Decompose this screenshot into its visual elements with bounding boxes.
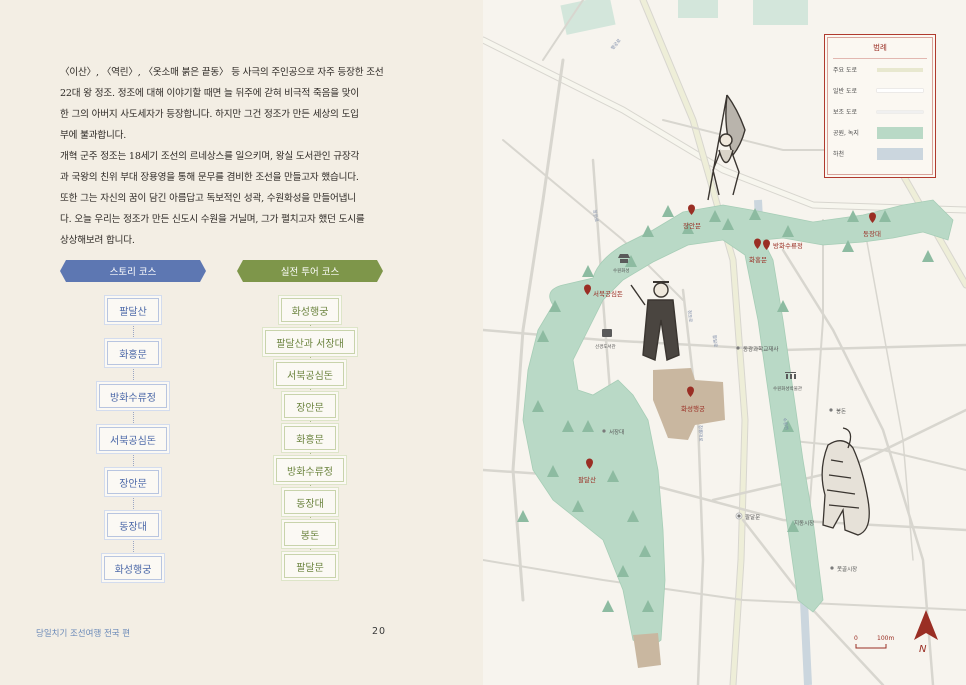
intro-paragraph-1: 〈이산〉, 〈역린〉, 〈옷소매 붉은 끝동〉 등 사극의 주인공으로 자주 등… bbox=[60, 67, 384, 141]
road-label-5: 행궁로 bbox=[609, 37, 622, 51]
palace-area bbox=[653, 368, 725, 440]
legend-swatch-general-road bbox=[877, 89, 923, 92]
road-label-3: 팔달로 bbox=[711, 335, 719, 348]
label-seobuk: 서북공심돈 bbox=[593, 289, 623, 298]
intro-paragraph-2: 개혁 군주 정조는 18세기 조선의 르네상스를 일으키며, 왕실 도서관인 규… bbox=[60, 151, 365, 246]
map-legend: 범례 주요 도로 일반 도로 보조 도로 공원, 녹지 하천 bbox=[824, 34, 936, 178]
label-paldalsan: 팔달산 bbox=[578, 475, 596, 484]
story-stop: 동장대 bbox=[107, 513, 159, 537]
story-connector bbox=[132, 408, 134, 427]
tour-stop: 동장대 bbox=[284, 490, 336, 514]
compass-letter: N bbox=[919, 644, 927, 655]
label-hwahongmun: 화홍문 bbox=[749, 255, 767, 264]
page-number: 20 bbox=[372, 626, 387, 637]
tour-stop: 방화수류정 bbox=[276, 458, 344, 482]
tour-course-header: 실전 투어 코스 bbox=[237, 260, 383, 282]
label-library: 선경도서관 bbox=[595, 343, 616, 350]
label-bongdon: 봉돈 bbox=[836, 408, 846, 415]
scale-distance: 100m bbox=[877, 635, 894, 642]
legend-label: 보조 도로 bbox=[833, 109, 857, 116]
label-seojangdae: 서장대 bbox=[609, 428, 624, 436]
legend-label: 하천 bbox=[833, 151, 845, 158]
label-jidong: 지동시장 bbox=[794, 519, 814, 527]
map-page: N 0 100m 장안문 방화수류정 화홍문 동장대 서북공심돈 화성행궁 팔달… bbox=[483, 0, 966, 685]
story-course-list: 팔달산 화홍문 방화수류정 서북공심돈 장안문 동장대 화성행궁 bbox=[60, 298, 206, 580]
footer-book-title: 당일치기 조선여행 전국 편 bbox=[36, 629, 131, 639]
label-museum: 수원화성박물관 bbox=[773, 385, 802, 392]
story-stop: 팔달산 bbox=[107, 298, 159, 322]
warrior-illustration bbox=[630, 281, 680, 361]
legend-row: 하천 bbox=[825, 143, 935, 164]
legend-row: 보조 도로 bbox=[825, 101, 935, 122]
story-stop: 서북공심돈 bbox=[99, 427, 167, 451]
tour-connector bbox=[309, 482, 311, 490]
scale-bar bbox=[855, 644, 887, 649]
intro-text: 〈이산〉, 〈역린〉, 〈옷소매 붉은 끝동〉 등 사극의 주인공으로 자주 등… bbox=[60, 62, 390, 251]
story-course-header: 스토리 코스 bbox=[60, 260, 206, 282]
road-label-2: 정조로 bbox=[686, 310, 694, 323]
story-stop: 방화수류정 bbox=[99, 384, 167, 408]
story-connector bbox=[132, 322, 134, 341]
top-green-blocks bbox=[560, 0, 808, 35]
scale-zero: 0 bbox=[854, 635, 858, 642]
legend-label: 일반 도로 bbox=[833, 88, 857, 95]
legend-swatch-minor-road bbox=[877, 110, 923, 113]
tour-connector bbox=[309, 450, 311, 458]
label-paldalmun: 팔달문 bbox=[745, 513, 760, 521]
tour-stop: 팔달문 bbox=[284, 554, 336, 578]
tour-stop: 팔달산과 서장대 bbox=[265, 330, 355, 354]
left-page: 〈이산〉, 〈역린〉, 〈옷소매 붉은 끝동〉 등 사극의 주인공으로 자주 등… bbox=[0, 0, 483, 685]
compass-icon bbox=[914, 610, 938, 640]
legend-swatch-major-road bbox=[877, 67, 923, 72]
story-connector bbox=[132, 537, 134, 556]
tour-course-list: 화성행궁 팔달산과 서장대 서북공심돈 장안문 화홍문 방화수류정 동장대 봉돈… bbox=[237, 298, 383, 578]
legend-row: 일반 도로 bbox=[825, 80, 935, 101]
road-label-4: 창룡대로 bbox=[697, 425, 705, 442]
story-connector bbox=[132, 494, 134, 513]
legend-row: 주요 도로 bbox=[825, 59, 935, 80]
tour-connector bbox=[309, 354, 311, 362]
story-stop: 장안문 bbox=[107, 470, 159, 494]
legend-label: 주요 도로 bbox=[833, 67, 857, 74]
tiger-illustration bbox=[821, 427, 870, 536]
tour-stop: 화홍문 bbox=[284, 426, 336, 450]
tour-connector bbox=[309, 322, 311, 330]
road-label-1: 장안로 bbox=[591, 209, 600, 222]
story-stop: 화성행궁 bbox=[103, 556, 163, 580]
label-suwonhwaseong: 수원화성 bbox=[613, 267, 630, 274]
legend-title: 범례 bbox=[873, 43, 887, 52]
story-connector bbox=[132, 365, 134, 384]
tour-connector bbox=[309, 418, 311, 426]
tour-stop: 장안문 bbox=[284, 394, 336, 418]
tour-stop: 화성행궁 bbox=[280, 298, 340, 322]
tour-stop: 봉돈 bbox=[284, 522, 336, 546]
tour-connector bbox=[309, 546, 311, 554]
label-janganmun: 장안문 bbox=[683, 221, 701, 230]
legend-swatch-river bbox=[877, 147, 923, 160]
story-connector bbox=[132, 451, 134, 470]
legend-row: 공원, 녹지 bbox=[825, 122, 935, 143]
tour-connector bbox=[309, 386, 311, 394]
label-banghwa: 방화수류정 bbox=[773, 241, 803, 250]
tour-connector bbox=[309, 514, 311, 522]
legend-label: 공원, 녹지 bbox=[833, 130, 859, 137]
label-motgol: 못골시장 bbox=[837, 566, 857, 573]
south-plot bbox=[633, 633, 661, 668]
story-stop: 화홍문 bbox=[107, 341, 159, 365]
legend-swatch-park bbox=[877, 126, 923, 139]
label-donggwang: 동광과학교재사 bbox=[743, 345, 778, 353]
tour-stop: 서북공심돈 bbox=[276, 362, 344, 386]
label-dongjangdae: 동장대 bbox=[863, 229, 881, 238]
label-hwaseonghaenggung: 화성행궁 bbox=[681, 404, 705, 413]
